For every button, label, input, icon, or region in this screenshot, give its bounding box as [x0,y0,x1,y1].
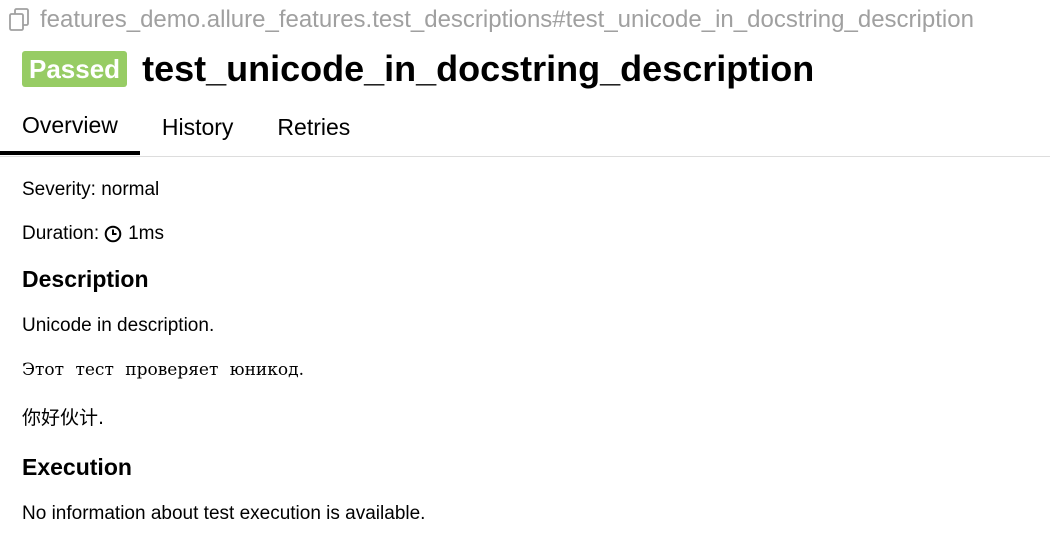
tab-overview[interactable]: Overview [0,104,140,155]
description-line-2: Этот тест проверяет юникод. [22,360,304,380]
duration-value: 1ms [128,223,165,244]
title-row: Passed test_unicode_in_docstring_descrip… [22,44,814,94]
status-badge: Passed [22,51,128,87]
description-heading: Description [22,266,149,292]
tab-retries-label: Retries [277,113,351,140]
test-full-name: features_demo.allure_features.test_descr… [6,4,1046,36]
execution-text: No information about test execution is a… [22,503,426,524]
tab-retries[interactable]: Retries [255,104,372,150]
duration-row: Duration: 1ms [22,222,164,246]
execution-heading: Execution [22,454,132,480]
page-title: test_unicode_in_docstring_description [142,48,815,89]
test-result-page: features_demo.allure_features.test_descr… [0,0,1050,557]
description-line-1: Unicode in description. [22,315,215,336]
tab-history-label: History [161,113,234,140]
tab-overview-label: Overview [22,111,118,138]
severity-text: Severity: normal [22,179,160,200]
test-full-name-text: features_demo.allure_features.test_descr… [40,6,974,33]
description-line-3: 你好伙计. [22,407,105,429]
duration-label: Duration: [22,223,100,244]
tab-history[interactable]: History [140,104,256,150]
copy-icon[interactable] [6,6,36,34]
clock-icon [104,225,122,243]
tab-bar: Overview History Retries [0,104,1050,157]
